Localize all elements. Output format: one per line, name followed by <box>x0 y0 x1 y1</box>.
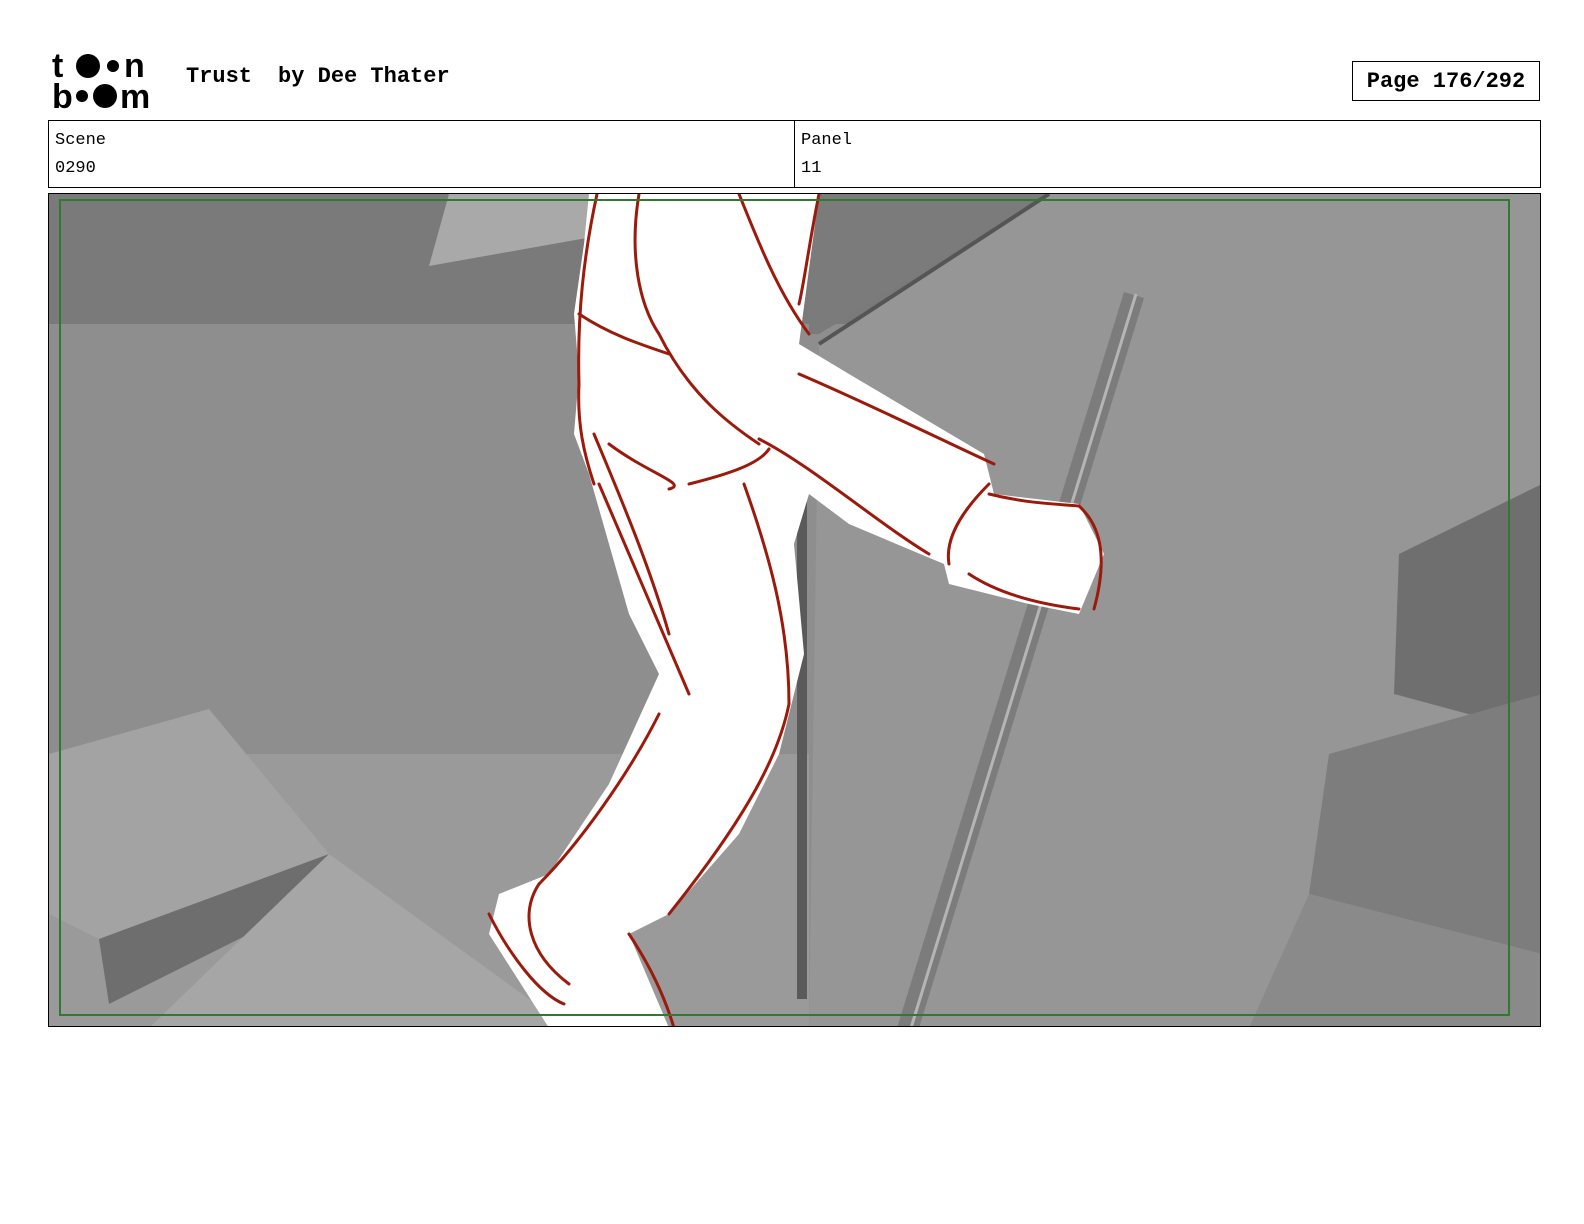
scene-panel-table: Scene 0290 Panel 11 <box>48 120 1541 188</box>
svg-text:m: m <box>120 78 150 112</box>
page-indicator: Page 176/292 <box>1352 61 1540 101</box>
header-title: Trust by Dee Thater <box>186 64 450 89</box>
storyboard-panel <box>48 193 1541 1027</box>
panel-cell: Panel 11 <box>794 121 1540 187</box>
project-title: Trust <box>186 64 253 89</box>
panel-artwork <box>49 194 1540 1026</box>
toon-boom-logo: t n b m <box>52 50 150 112</box>
svg-text:b: b <box>52 78 73 112</box>
author-credit: by Dee Thater <box>278 64 450 89</box>
scene-cell: Scene 0290 <box>49 121 794 187</box>
panel-value: 11 <box>801 159 822 178</box>
door-post <box>797 484 807 999</box>
scene-label: Scene <box>55 131 107 150</box>
page-label: Page 176/292 <box>1366 68 1526 94</box>
scene-value: 0290 <box>55 159 96 178</box>
panel-label: Panel <box>801 131 853 150</box>
